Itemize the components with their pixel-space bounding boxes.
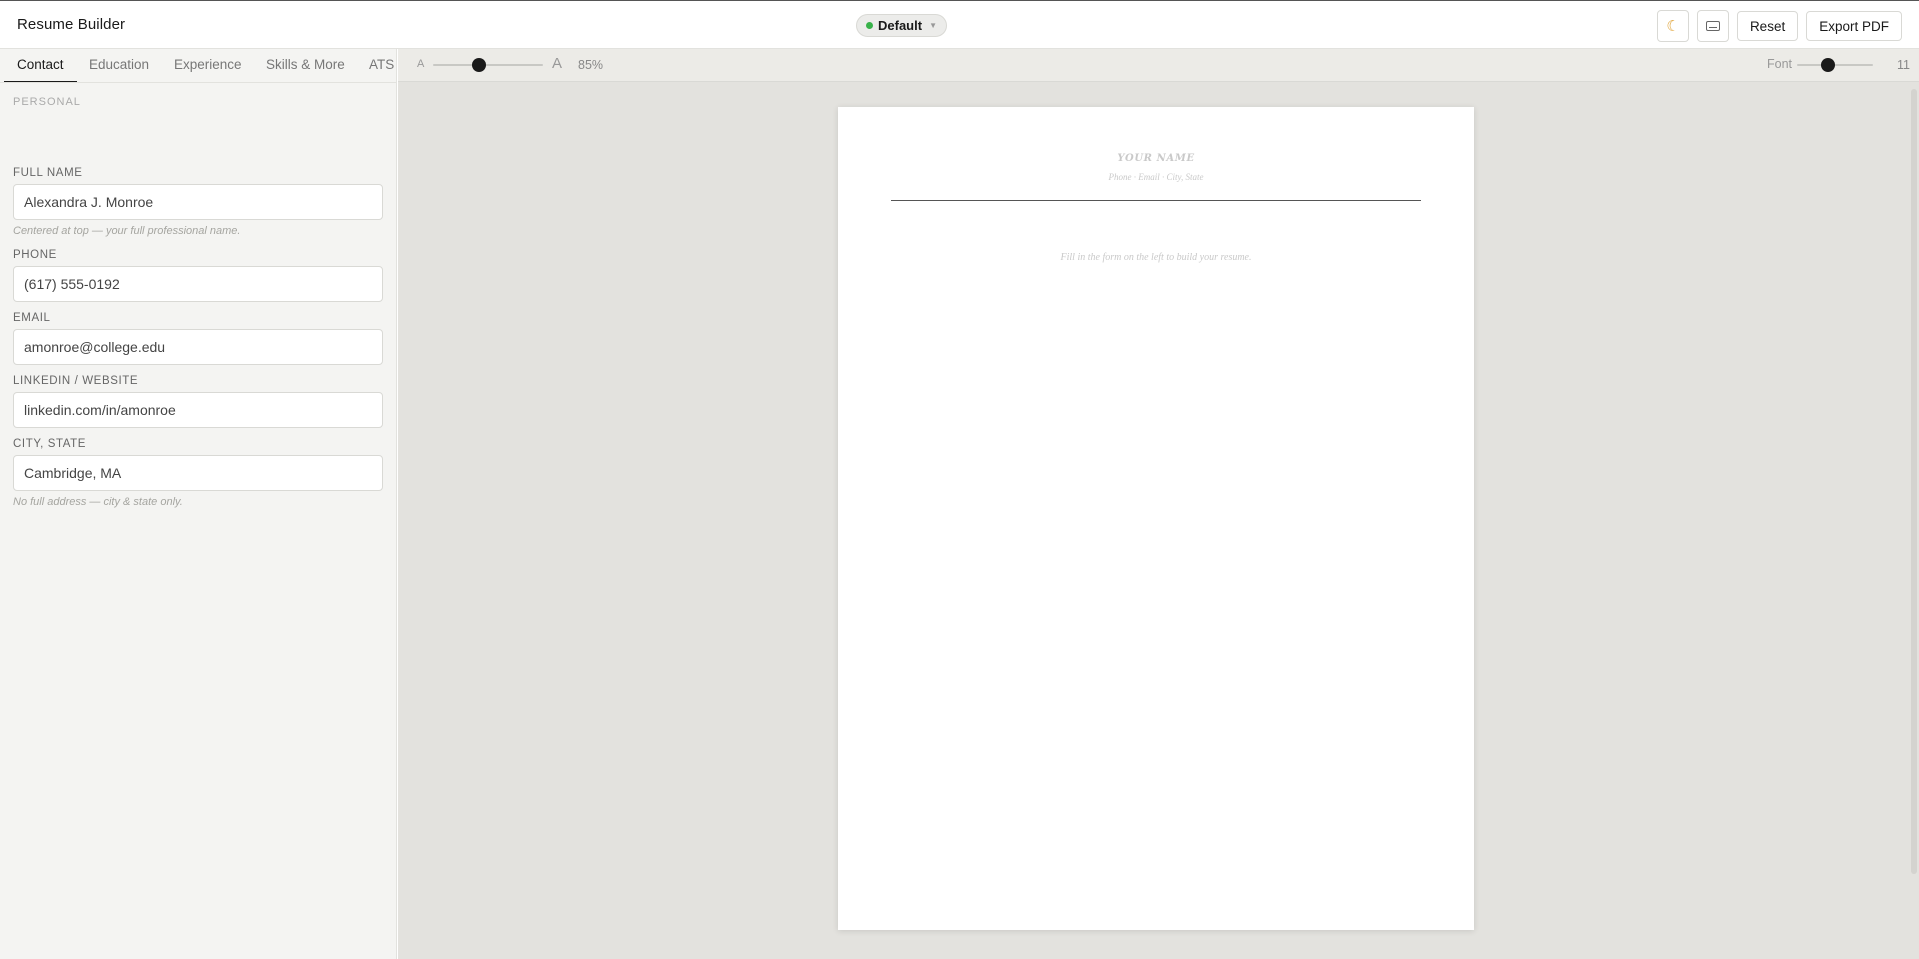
keyboard-icon bbox=[1705, 21, 1720, 31]
empty-state-message: Fill in the form on the left to build yo… bbox=[1060, 252, 1252, 263]
export-pdf-button[interactable]: Export PDF bbox=[1806, 11, 1902, 41]
preview-scrollbar[interactable] bbox=[1911, 89, 1917, 874]
tab-ats[interactable]: ATS bbox=[369, 49, 394, 82]
resume-page: YOUR NAME Phone · Email · City, State Fi… bbox=[838, 107, 1474, 930]
section-label: PERSONAL bbox=[13, 96, 81, 108]
email-label: EMAIL bbox=[13, 312, 51, 324]
top-bar: Resume Builder Default ▼ ☾ Reset Export … bbox=[0, 0, 1919, 49]
font-size-slider-handle[interactable] bbox=[1821, 58, 1835, 72]
moon-icon: ☾ bbox=[1666, 18, 1680, 35]
reset-button[interactable]: Reset bbox=[1736, 11, 1799, 41]
app-title: Resume Builder bbox=[17, 16, 126, 33]
tab-education[interactable]: Education bbox=[89, 49, 149, 82]
font-size-label: Font bbox=[1767, 57, 1793, 71]
chevron-down-icon: ▼ bbox=[929, 21, 937, 30]
top-actions: ☾ Reset Export PDF bbox=[1656, 10, 1902, 42]
status-dot bbox=[866, 22, 873, 29]
city-state-label: CITY, STATE bbox=[13, 438, 87, 450]
phone-input[interactable] bbox=[13, 266, 383, 302]
zoom-in-glyph: A bbox=[552, 55, 563, 72]
tab-experience[interactable]: Experience bbox=[174, 49, 242, 82]
profile-name: Default bbox=[878, 18, 923, 33]
keyboard-shortcuts-button[interactable] bbox=[1696, 10, 1729, 42]
email-input[interactable] bbox=[13, 329, 383, 365]
phone-label: PHONE bbox=[13, 249, 57, 261]
preview-toolbar: A A 85% Font 11 bbox=[398, 49, 1919, 82]
font-size-value: 11 bbox=[1897, 58, 1910, 72]
zoom-value: 85% bbox=[578, 58, 604, 72]
theme-toggle-button[interactable]: ☾ bbox=[1656, 10, 1689, 42]
full-name-input[interactable] bbox=[13, 184, 383, 220]
header-divider bbox=[891, 200, 1421, 201]
zoom-out-glyph: A bbox=[417, 58, 425, 70]
tab-skills[interactable]: Skills & More bbox=[266, 49, 345, 82]
profile-selector[interactable]: Default ▼ bbox=[856, 14, 947, 37]
zoom-slider[interactable] bbox=[433, 64, 543, 66]
zoom-slider-handle[interactable] bbox=[472, 58, 486, 72]
tab-contact[interactable]: Contact bbox=[4, 49, 77, 82]
city-state-input[interactable] bbox=[13, 455, 383, 491]
resume-preview-area: A A 85% Font 11 YOUR NAME Phone · Email … bbox=[398, 49, 1919, 959]
resume-contact-placeholder: Phone · Email · City, State bbox=[1108, 172, 1204, 182]
full-name-hint: Centered at top — your full professional… bbox=[13, 225, 241, 237]
full-name-label: FULL NAME bbox=[13, 167, 83, 179]
editor-panel: Contact Education Experience Skills & Mo… bbox=[0, 49, 397, 959]
linkedin-input[interactable] bbox=[13, 392, 383, 428]
font-size-slider[interactable] bbox=[1797, 64, 1873, 66]
resume-name-placeholder: YOUR NAME bbox=[1117, 153, 1195, 164]
linkedin-label: LINKEDIN / WEBSITE bbox=[13, 375, 139, 387]
section-tabs: Contact Education Experience Skills & Mo… bbox=[0, 49, 396, 83]
city-state-hint: No full address — city & state only. bbox=[13, 496, 183, 508]
